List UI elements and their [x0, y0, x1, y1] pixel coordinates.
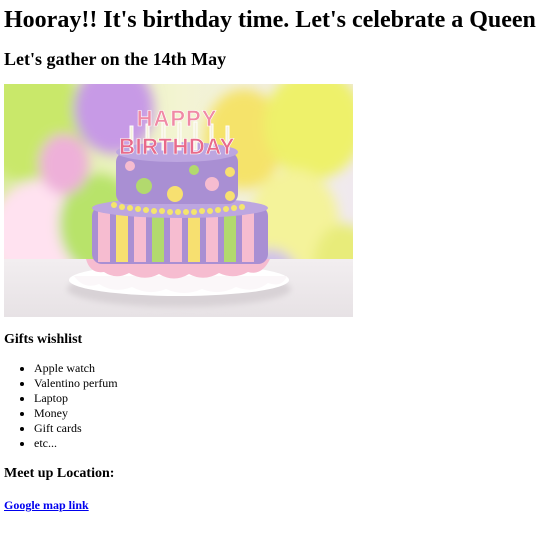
- cake-text-happy: HAPPY: [137, 106, 218, 131]
- cake-text-birthday: BIRTHDAY: [119, 134, 235, 159]
- page: Hooray!! It's birthday time. Let's celeb…: [0, 0, 551, 537]
- list-item: etc...: [34, 436, 118, 451]
- google-map-link[interactable]: Google map link: [4, 498, 89, 513]
- list-item: Valentino perfum: [34, 376, 118, 391]
- wishlist: Apple watch Valentino perfum Laptop Mone…: [4, 361, 118, 451]
- wishlist-title: Gifts wishlist: [4, 332, 83, 347]
- birthday-cake-image: HAPPY BIRTHDAY: [4, 84, 353, 317]
- list-item: Apple watch: [34, 361, 118, 376]
- list-item: Laptop: [34, 391, 118, 406]
- page-title: Hooray!! It's birthday time. Let's celeb…: [4, 7, 536, 33]
- meetup-title: Meet up Location:: [4, 466, 115, 481]
- list-item: Money: [34, 406, 118, 421]
- list-item: Gift cards: [34, 421, 118, 436]
- page-subtitle: Let's gather on the 14th May: [4, 49, 227, 69]
